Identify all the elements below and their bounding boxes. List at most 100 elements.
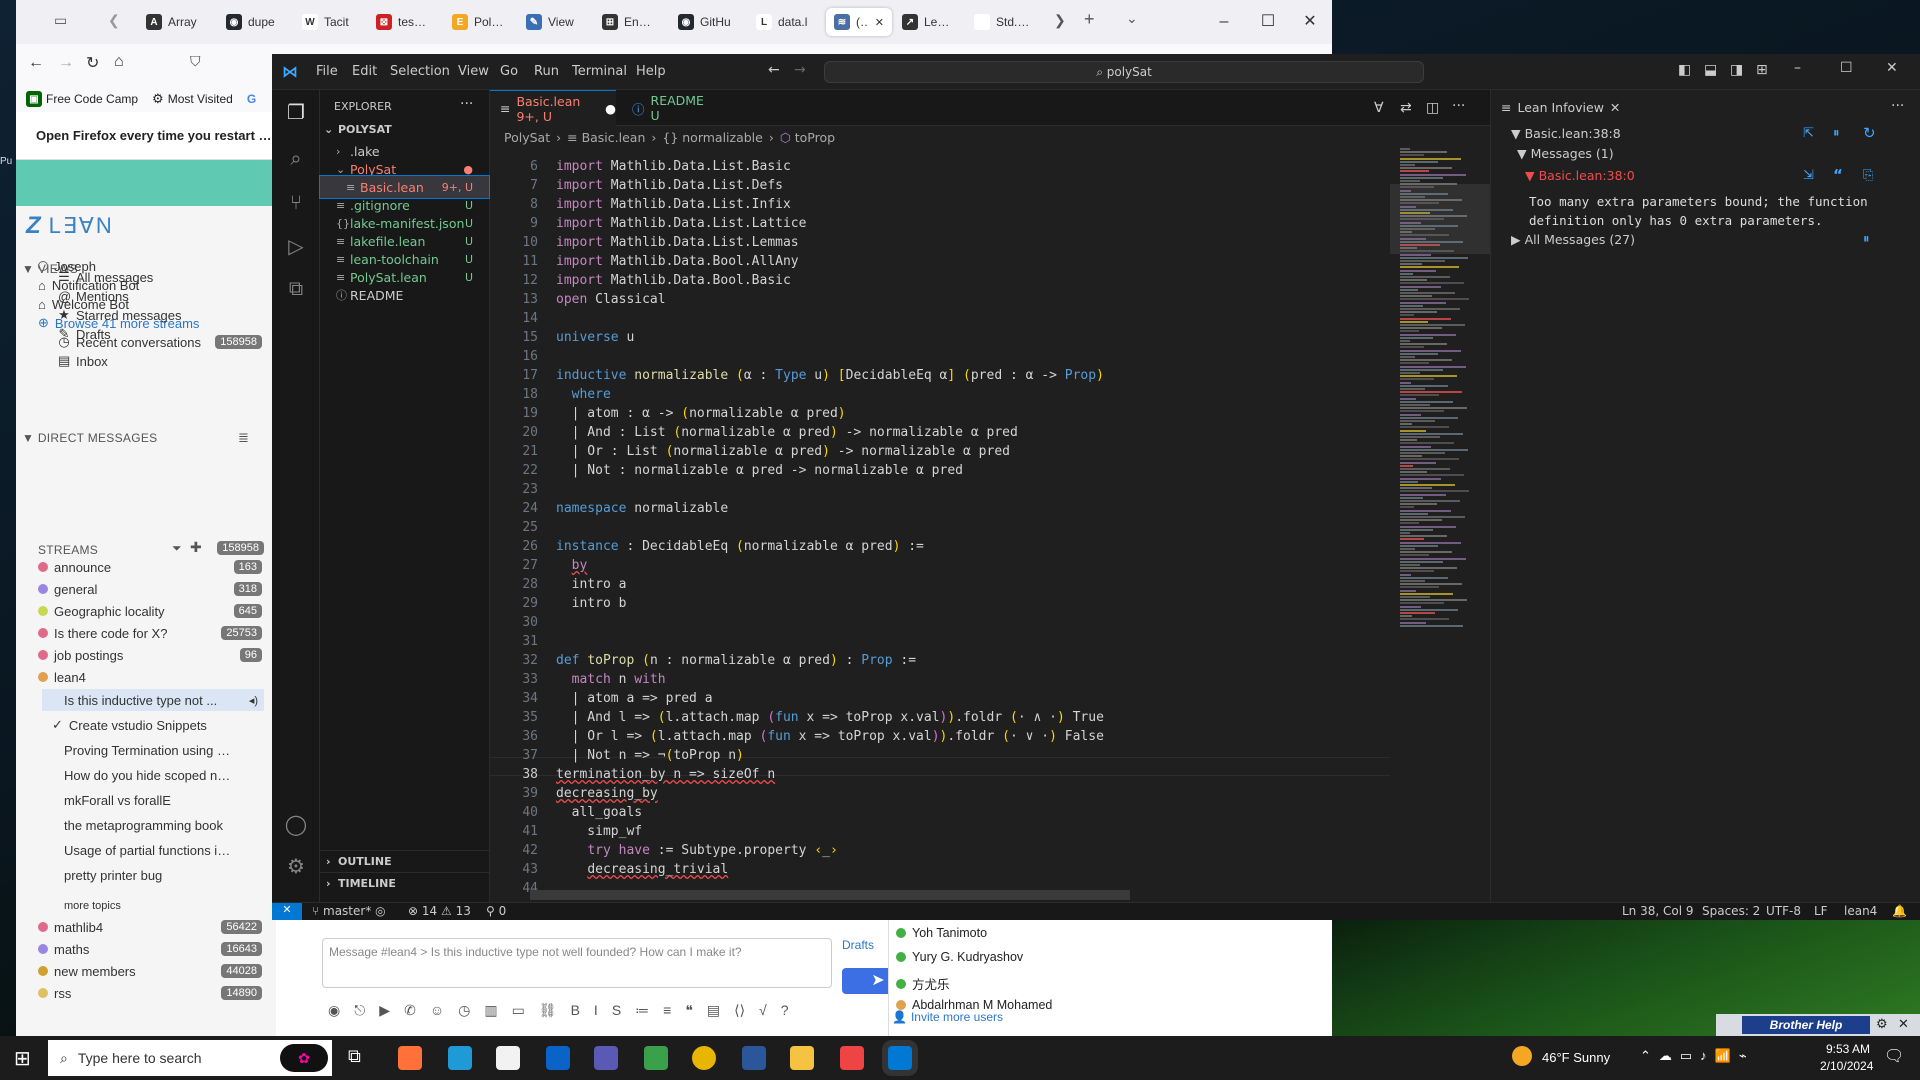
menu-run[interactable]: Run: [534, 64, 559, 79]
vscode-minimize-icon[interactable]: –: [1794, 60, 1801, 76]
time-icon[interactable]: ◷: [458, 1002, 470, 1019]
menu-file[interactable]: File: [316, 64, 338, 79]
math-icon[interactable]: √: [759, 1002, 767, 1019]
remote-indicator[interactable]: ✕: [272, 903, 302, 920]
bullet-list-icon[interactable]: ≡: [663, 1002, 671, 1019]
strike-icon[interactable]: S: [612, 1002, 621, 1019]
goal-position-header[interactable]: ▼ Basic.lean:38:8: [1511, 126, 1621, 141]
taskbar-search-box[interactable]: ⌕ Type here to search ✿: [48, 1040, 332, 1076]
folder-root-polysat[interactable]: ⌄ POLYSAT: [320, 118, 489, 140]
nav-forward-icon[interactable]: →: [794, 62, 806, 78]
app-red-taskbar-icon[interactable]: [840, 1046, 864, 1070]
store-taskbar-icon[interactable]: [496, 1046, 520, 1070]
browser-tab[interactable]: E Pollac: [444, 8, 512, 36]
horizontal-scrollbar[interactable]: [530, 890, 1130, 900]
poll-icon[interactable]: ▥: [484, 1002, 497, 1019]
minimap-viewport[interactable]: [1390, 184, 1490, 254]
tab-overview-icon[interactable]: ▭: [54, 12, 67, 29]
toggle-panel-icon[interactable]: ⬓: [1704, 62, 1717, 78]
close-icon[interactable]: ✕: [1610, 100, 1620, 115]
outlook-taskbar-icon[interactable]: [546, 1046, 570, 1070]
browser-tab[interactable]: Ldata.l: [748, 8, 820, 36]
stream-is-there-code-for-x-[interactable]: Is there code for X? 25753: [38, 622, 274, 644]
maximize-icon[interactable]: ☐: [1256, 10, 1280, 34]
minimap[interactable]: [1390, 148, 1490, 902]
menu-view[interactable]: View: [458, 64, 489, 79]
dm-list-icon[interactable]: ≣: [238, 430, 249, 446]
app-green-taskbar-icon[interactable]: [644, 1046, 668, 1070]
gif-icon[interactable]: ▭: [512, 1002, 525, 1019]
more-topics-link[interactable]: more topics: [64, 900, 121, 912]
word-taskbar-icon[interactable]: [742, 1046, 766, 1070]
tray-icons[interactable]: ⌃☁▭♪📶⌁: [1640, 1048, 1755, 1064]
vscode-maximize-icon[interactable]: ☐: [1840, 60, 1853, 76]
pin-icon[interactable]: ⇱: [1803, 126, 1814, 141]
extensions-icon[interactable]: ⧉: [284, 276, 308, 300]
run-debug-icon[interactable]: ▷: [284, 234, 308, 258]
task-view-icon[interactable]: ⧉: [348, 1046, 361, 1067]
breadcrumb-namespace[interactable]: {} normalizable: [662, 130, 762, 145]
stream-rss[interactable]: rss 14890: [38, 982, 274, 1004]
user-list-item[interactable]: Yoh Tanimoto: [896, 926, 987, 940]
emoji-icon[interactable]: ☺: [430, 1002, 444, 1019]
ports-indicator[interactable]: ⚲ 0: [486, 904, 506, 918]
stream-announce[interactable]: announce 163: [38, 556, 274, 578]
encoding[interactable]: UTF-8: [1766, 904, 1801, 918]
invite-users-link[interactable]: 👤 Invite more users: [892, 1010, 1003, 1024]
explorer-more-icon[interactable]: ···: [460, 96, 473, 112]
split-editor-icon[interactable]: ◫: [1426, 100, 1439, 116]
customize-layout-icon[interactable]: ⊞: [1756, 62, 1768, 78]
quote-icon[interactable]: ❝: [685, 1002, 693, 1019]
edge-taskbar-icon[interactable]: [448, 1046, 472, 1070]
back-arrow-icon[interactable]: ←: [28, 54, 44, 72]
indentation[interactable]: Spaces: 2: [1702, 904, 1760, 918]
dm-header[interactable]: ▼ DIRECT MESSAGES: [22, 431, 157, 445]
menu-selection[interactable]: Selection: [390, 64, 450, 79]
vscode-taskbar-icon[interactable]: [888, 1046, 912, 1070]
tab-scroll-right-icon[interactable]: ❯: [1054, 12, 1066, 29]
home-icon[interactable]: ⌂: [114, 53, 124, 71]
topic-item[interactable]: mkForall vs forallE: [64, 789, 270, 811]
breadcrumb-folder[interactable]: PolySat: [504, 130, 550, 145]
nav-back-icon[interactable]: ←: [768, 62, 780, 78]
user-list-item[interactable]: 方尤乐: [896, 974, 950, 993]
topic-item[interactable]: Proving Termination using Pa...: [64, 739, 270, 761]
breadcrumb-file[interactable]: ≡ Basic.lean: [567, 130, 645, 145]
toggle-secondary-sidebar-icon[interactable]: ◨: [1730, 62, 1743, 78]
windows-start-icon[interactable]: ⊞: [14, 1046, 31, 1071]
browser-tab[interactable]: W Tacit: [294, 8, 362, 36]
unsaved-dot-icon[interactable]: ●: [605, 101, 616, 116]
stream-new-members[interactable]: new members 44028: [38, 960, 274, 982]
add-stream-plus-icon[interactable]: ✚: [190, 539, 202, 556]
italic-icon[interactable]: I: [594, 1002, 598, 1019]
language-mode[interactable]: lean4: [1844, 904, 1877, 918]
topic-item[interactable]: the metaprogramming book: [64, 814, 270, 836]
all-messages-header[interactable]: ▶ All Messages (27): [1511, 232, 1635, 247]
topic-item[interactable]: Usage of partial functions in t...: [64, 839, 270, 861]
firefox-taskbar-icon[interactable]: [398, 1046, 422, 1070]
clock-time[interactable]: 9:53 AM: [1826, 1042, 1870, 1056]
browser-tab[interactable]: Std.Data.L: [966, 8, 1042, 36]
browser-tab[interactable]: ↗ Lean: [894, 8, 958, 36]
file-explorer-taskbar-icon[interactable]: [790, 1046, 814, 1070]
code-icon[interactable]: ⟨⟩: [734, 1002, 745, 1019]
error-location[interactable]: ▼ Basic.lean:38:0: [1525, 168, 1635, 183]
attach-icon[interactable]: ⎋: [354, 1002, 365, 1019]
bookmark-most-visited[interactable]: ⚙ Most Visited: [152, 91, 233, 107]
brother-settings-icon[interactable]: ⚙: [1876, 1016, 1888, 1032]
minimize-icon[interactable]: –: [1212, 10, 1236, 34]
brother-close-icon[interactable]: ✕: [1898, 1016, 1909, 1032]
numbered-list-icon[interactable]: ≔: [635, 1002, 649, 1019]
toggle-primary-sidebar-icon[interactable]: ◧: [1678, 62, 1691, 78]
bold-icon[interactable]: B: [571, 1002, 580, 1019]
problems-indicator[interactable]: ⊗ 14 ⚠ 13: [408, 904, 471, 918]
tab-basic-lean[interactable]: ≡ Basic.lean 9+, U ●: [490, 90, 616, 126]
tab-list-chevron-icon[interactable]: ⌄: [1126, 10, 1138, 27]
zulip-logo[interactable]: Z L∃∀N: [26, 212, 114, 240]
filter-icon[interactable]: ⏷: [172, 541, 182, 556]
refresh-icon[interactable]: ↻: [1863, 124, 1876, 142]
compose-textarea[interactable]: Message #lean4 > Is this inductive type …: [322, 938, 832, 988]
browser-tab[interactable]: ⊞ Enhan: [594, 8, 664, 36]
browser-tab[interactable]: A Array: [138, 8, 210, 36]
browser-tab[interactable]: ◉ dupe: [218, 8, 288, 36]
